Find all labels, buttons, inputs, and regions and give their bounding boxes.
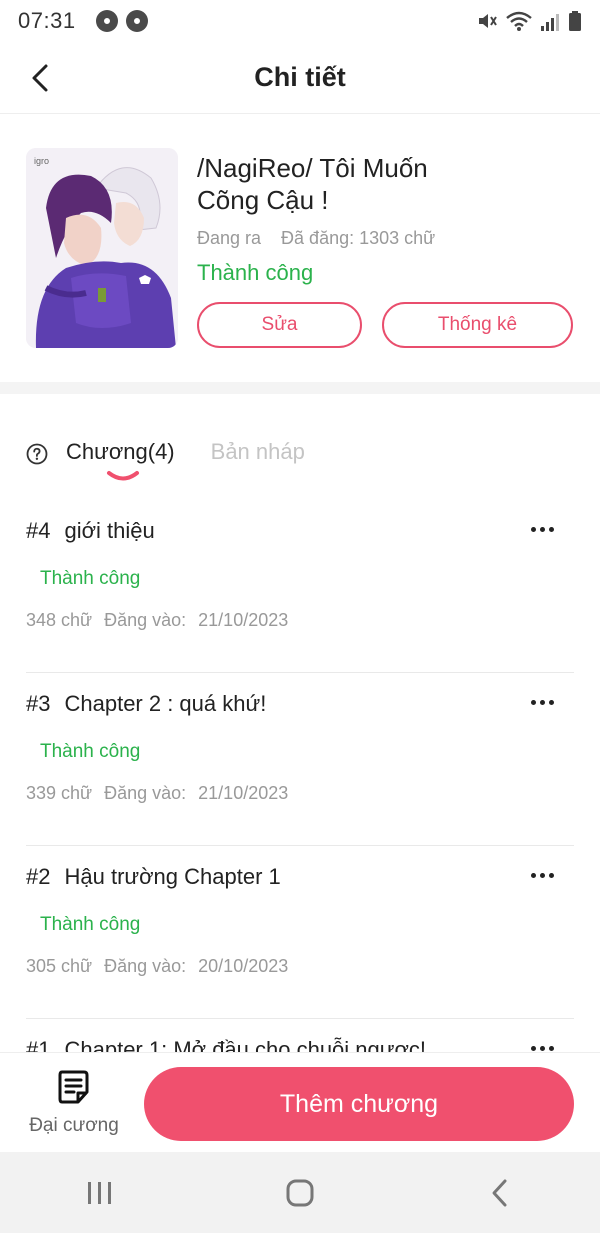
tabs: Chương(4) Bản nháp bbox=[26, 430, 341, 490]
book-title: /NagiReo/ Tôi Muốn Cõng Cậu ! bbox=[197, 152, 537, 216]
mute-icon bbox=[479, 14, 497, 28]
book-state: Đang ra bbox=[197, 228, 262, 248]
book-meta: Đang ra Đã đăng: 1303 chữ bbox=[197, 228, 435, 249]
more-options-button[interactable] bbox=[524, 514, 560, 544]
stats-button[interactable]: Thống kê bbox=[382, 302, 573, 348]
help-icon[interactable] bbox=[26, 443, 48, 465]
home-button[interactable] bbox=[270, 1163, 330, 1223]
tab-chapters-label: Chương(4) bbox=[66, 439, 175, 464]
chapter-list: #4 giới thiệu Thành công 348 chữ Đăng và… bbox=[0, 500, 600, 1052]
chapter-name: Chapter 1: Mở đầu cho chuỗi ngược! bbox=[64, 1037, 427, 1052]
chapter-meta: 339 chữ Đăng vào: 21/10/2023 bbox=[26, 783, 288, 804]
page-title: Chi tiết bbox=[254, 62, 346, 92]
chapter-date: 21/10/2023 bbox=[198, 610, 289, 630]
chapter-number: #1 bbox=[26, 1037, 51, 1052]
edit-button[interactable]: Sửa bbox=[197, 302, 362, 348]
chevron-left-icon bbox=[32, 64, 48, 92]
chapter-number: #4 bbox=[26, 518, 51, 543]
chapter-meta: 305 chữ Đăng vào: 20/10/2023 bbox=[26, 956, 288, 977]
book-cover[interactable]: igro bbox=[26, 148, 178, 348]
chapter-status: Thành công bbox=[40, 568, 141, 589]
book-info: igro /NagiReo/ Tôi Muốn Cõng Cậu ! Đang … bbox=[0, 114, 600, 384]
book-word-count: Đã đăng: 1303 chữ bbox=[281, 228, 436, 248]
chapter-name: giới thiệu bbox=[64, 518, 155, 543]
chapter-posted-label: Đăng vào: bbox=[104, 783, 187, 803]
chapter-name: Chapter 2 : quá khứ! bbox=[64, 691, 267, 716]
chapter-word-count: 339 chữ bbox=[26, 783, 93, 803]
notification-icons bbox=[95, 10, 148, 32]
section-divider bbox=[0, 382, 600, 394]
chapter-posted-label: Đăng vào: bbox=[104, 610, 187, 630]
chapter-name: Hậu trường Chapter 1 bbox=[64, 864, 281, 889]
chapter-word-count: 348 chữ bbox=[26, 610, 93, 630]
chapter-item[interactable]: #2 Hậu trường Chapter 1 Thành công 305 c… bbox=[26, 846, 574, 1019]
more-options-button[interactable] bbox=[524, 1033, 560, 1052]
chapter-item[interactable]: #1 Chapter 1: Mở đầu cho chuỗi ngược! bbox=[26, 1019, 574, 1052]
recent-apps-icon bbox=[88, 1181, 111, 1204]
recent-apps-button[interactable] bbox=[70, 1163, 130, 1223]
chapter-title: #4 giới thiệu bbox=[26, 518, 155, 544]
tab-drafts[interactable]: Bản nháp bbox=[211, 430, 305, 474]
chapter-number: #3 bbox=[26, 691, 51, 716]
book-title-line1: /NagiReo/ Tôi Muốn bbox=[197, 153, 428, 183]
more-options-button[interactable] bbox=[524, 860, 560, 890]
signal-icon bbox=[541, 14, 559, 31]
header: Chi tiết bbox=[0, 42, 600, 114]
system-back-button[interactable] bbox=[470, 1163, 530, 1223]
chrome-icon bbox=[125, 10, 148, 32]
chapter-date: 21/10/2023 bbox=[198, 783, 289, 803]
chapter-status: Thành công bbox=[40, 914, 141, 935]
system-nav-bar bbox=[0, 1152, 600, 1233]
bottom-action-bar: Đại cương Thêm chương bbox=[0, 1052, 600, 1152]
chrome-icon bbox=[95, 10, 118, 32]
cover-illustration bbox=[26, 148, 178, 348]
status-time: 07:31 bbox=[18, 8, 76, 33]
chapter-word-count: 305 chữ bbox=[26, 956, 93, 976]
outline-button[interactable]: Đại cương bbox=[24, 1069, 124, 1145]
chapter-posted-label: Đăng vào: bbox=[104, 956, 187, 976]
book-title-line2: Cõng Cậu ! bbox=[197, 185, 329, 215]
back-button[interactable] bbox=[22, 60, 58, 96]
status-bar: 07:31 bbox=[0, 0, 600, 42]
active-tab-indicator bbox=[107, 471, 139, 481]
system-indicators bbox=[476, 10, 582, 32]
book-status: Thành công bbox=[197, 260, 314, 285]
more-options-button[interactable] bbox=[524, 687, 560, 717]
back-arrow-icon bbox=[492, 1179, 507, 1206]
add-chapter-button[interactable]: Thêm chương bbox=[144, 1067, 574, 1141]
chapter-item[interactable]: #4 giới thiệu Thành công 348 chữ Đăng và… bbox=[26, 500, 574, 673]
tab-chapters[interactable]: Chương(4) bbox=[66, 430, 175, 481]
outline-label: Đại cương bbox=[29, 1115, 119, 1136]
chapter-item[interactable]: #3 Chapter 2 : quá khứ! Thành công 339 c… bbox=[26, 673, 574, 846]
wifi-icon bbox=[506, 11, 532, 31]
home-icon bbox=[286, 1179, 314, 1206]
chapter-title: #3 Chapter 2 : quá khứ! bbox=[26, 691, 266, 717]
chapter-date: 20/10/2023 bbox=[198, 956, 289, 976]
battery-icon bbox=[569, 11, 581, 31]
document-icon bbox=[58, 1070, 89, 1104]
chapter-meta: 348 chữ Đăng vào: 21/10/2023 bbox=[26, 610, 288, 631]
cover-text: igro bbox=[34, 156, 50, 166]
chapter-status: Thành công bbox=[40, 741, 141, 762]
chapter-title: #2 Hậu trường Chapter 1 bbox=[26, 864, 281, 890]
chapter-title: #1 Chapter 1: Mở đầu cho chuỗi ngược! bbox=[26, 1037, 426, 1052]
chapter-number: #2 bbox=[26, 864, 51, 889]
